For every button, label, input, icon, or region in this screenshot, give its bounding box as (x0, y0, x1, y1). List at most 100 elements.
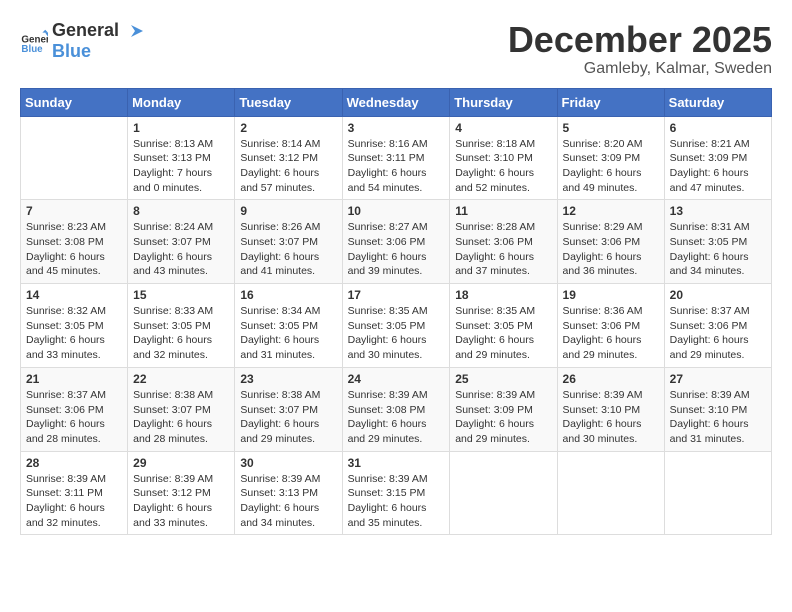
day-info: Sunrise: 8:29 AMSunset: 3:06 PMDaylight:… (563, 220, 659, 279)
day-info: Sunrise: 8:39 AMSunset: 3:10 PMDaylight:… (563, 388, 659, 447)
calendar-day-cell: 10 Sunrise: 8:27 AMSunset: 3:06 PMDaylig… (342, 200, 450, 284)
title-area: December 2025 Gamleby, Kalmar, Sweden (508, 20, 772, 78)
calendar-day-cell: 17 Sunrise: 8:35 AMSunset: 3:05 PMDaylig… (342, 284, 450, 368)
calendar-day-cell: 11 Sunrise: 8:28 AMSunset: 3:06 PMDaylig… (450, 200, 557, 284)
day-number: 12 (563, 204, 659, 218)
day-info: Sunrise: 8:39 AMSunset: 3:15 PMDaylight:… (348, 472, 445, 531)
day-number: 17 (348, 288, 445, 302)
day-number: 20 (670, 288, 766, 302)
calendar-day-cell: 28 Sunrise: 8:39 AMSunset: 3:11 PMDaylig… (21, 451, 128, 535)
calendar-day-cell: 25 Sunrise: 8:39 AMSunset: 3:09 PMDaylig… (450, 367, 557, 451)
day-number: 25 (455, 372, 551, 386)
calendar-day-cell: 8 Sunrise: 8:24 AMSunset: 3:07 PMDayligh… (128, 200, 235, 284)
calendar-week-row: 14 Sunrise: 8:32 AMSunset: 3:05 PMDaylig… (21, 284, 772, 368)
day-number: 29 (133, 456, 229, 470)
logo-blue-text: Blue (52, 41, 91, 61)
day-number: 30 (240, 456, 336, 470)
weekday-header-cell: Monday (128, 88, 235, 116)
svg-text:Blue: Blue (21, 44, 43, 55)
day-info: Sunrise: 8:38 AMSunset: 3:07 PMDaylight:… (133, 388, 229, 447)
day-info: Sunrise: 8:36 AMSunset: 3:06 PMDaylight:… (563, 304, 659, 363)
weekday-header-cell: Saturday (664, 88, 771, 116)
day-info: Sunrise: 8:39 AMSunset: 3:08 PMDaylight:… (348, 388, 445, 447)
day-info: Sunrise: 8:39 AMSunset: 3:13 PMDaylight:… (240, 472, 336, 531)
calendar-day-cell: 15 Sunrise: 8:33 AMSunset: 3:05 PMDaylig… (128, 284, 235, 368)
calendar-day-cell: 24 Sunrise: 8:39 AMSunset: 3:08 PMDaylig… (342, 367, 450, 451)
month-title: December 2025 (508, 20, 772, 60)
day-info: Sunrise: 8:35 AMSunset: 3:05 PMDaylight:… (455, 304, 551, 363)
day-number: 15 (133, 288, 229, 302)
day-number: 7 (26, 204, 122, 218)
calendar-day-cell: 27 Sunrise: 8:39 AMSunset: 3:10 PMDaylig… (664, 367, 771, 451)
day-number: 1 (133, 121, 229, 135)
logo-icon: General Blue (20, 27, 48, 55)
day-number: 26 (563, 372, 659, 386)
day-number: 4 (455, 121, 551, 135)
day-info: Sunrise: 8:37 AMSunset: 3:06 PMDaylight:… (670, 304, 766, 363)
calendar-day-cell (21, 116, 128, 200)
day-number: 2 (240, 121, 336, 135)
weekday-header-cell: Friday (557, 88, 664, 116)
calendar-day-cell: 9 Sunrise: 8:26 AMSunset: 3:07 PMDayligh… (235, 200, 342, 284)
calendar-day-cell: 29 Sunrise: 8:39 AMSunset: 3:12 PMDaylig… (128, 451, 235, 535)
day-info: Sunrise: 8:18 AMSunset: 3:10 PMDaylight:… (455, 137, 551, 196)
day-number: 19 (563, 288, 659, 302)
calendar-body: 1 Sunrise: 8:13 AMSunset: 3:13 PMDayligh… (21, 116, 772, 535)
calendar-day-cell: 12 Sunrise: 8:29 AMSunset: 3:06 PMDaylig… (557, 200, 664, 284)
day-number: 9 (240, 204, 336, 218)
day-info: Sunrise: 8:33 AMSunset: 3:05 PMDaylight:… (133, 304, 229, 363)
calendar-day-cell: 2 Sunrise: 8:14 AMSunset: 3:12 PMDayligh… (235, 116, 342, 200)
header: General Blue General Blue December 2025 … (20, 20, 772, 78)
day-info: Sunrise: 8:26 AMSunset: 3:07 PMDaylight:… (240, 220, 336, 279)
logo-arrow-icon (121, 23, 143, 39)
day-info: Sunrise: 8:14 AMSunset: 3:12 PMDaylight:… (240, 137, 336, 196)
calendar-day-cell: 14 Sunrise: 8:32 AMSunset: 3:05 PMDaylig… (21, 284, 128, 368)
calendar-day-cell: 20 Sunrise: 8:37 AMSunset: 3:06 PMDaylig… (664, 284, 771, 368)
day-info: Sunrise: 8:32 AMSunset: 3:05 PMDaylight:… (26, 304, 122, 363)
day-number: 14 (26, 288, 122, 302)
day-number: 16 (240, 288, 336, 302)
day-number: 24 (348, 372, 445, 386)
calendar-day-cell: 31 Sunrise: 8:39 AMSunset: 3:15 PMDaylig… (342, 451, 450, 535)
day-info: Sunrise: 8:39 AMSunset: 3:11 PMDaylight:… (26, 472, 122, 531)
calendar-table: SundayMondayTuesdayWednesdayThursdayFrid… (20, 88, 772, 536)
calendar-day-cell: 18 Sunrise: 8:35 AMSunset: 3:05 PMDaylig… (450, 284, 557, 368)
location-title: Gamleby, Kalmar, Sweden (508, 60, 772, 78)
day-info: Sunrise: 8:23 AMSunset: 3:08 PMDaylight:… (26, 220, 122, 279)
calendar-week-row: 28 Sunrise: 8:39 AMSunset: 3:11 PMDaylig… (21, 451, 772, 535)
day-info: Sunrise: 8:39 AMSunset: 3:12 PMDaylight:… (133, 472, 229, 531)
day-number: 27 (670, 372, 766, 386)
day-number: 22 (133, 372, 229, 386)
day-number: 13 (670, 204, 766, 218)
weekday-header-cell: Thursday (450, 88, 557, 116)
day-number: 18 (455, 288, 551, 302)
day-number: 5 (563, 121, 659, 135)
weekday-header-row: SundayMondayTuesdayWednesdayThursdayFrid… (21, 88, 772, 116)
day-info: Sunrise: 8:35 AMSunset: 3:05 PMDaylight:… (348, 304, 445, 363)
day-number: 28 (26, 456, 122, 470)
calendar-day-cell: 26 Sunrise: 8:39 AMSunset: 3:10 PMDaylig… (557, 367, 664, 451)
calendar-day-cell (557, 451, 664, 535)
day-info: Sunrise: 8:27 AMSunset: 3:06 PMDaylight:… (348, 220, 445, 279)
day-number: 31 (348, 456, 445, 470)
calendar-day-cell: 22 Sunrise: 8:38 AMSunset: 3:07 PMDaylig… (128, 367, 235, 451)
day-info: Sunrise: 8:34 AMSunset: 3:05 PMDaylight:… (240, 304, 336, 363)
day-info: Sunrise: 8:16 AMSunset: 3:11 PMDaylight:… (348, 137, 445, 196)
day-info: Sunrise: 8:24 AMSunset: 3:07 PMDaylight:… (133, 220, 229, 279)
day-info: Sunrise: 8:31 AMSunset: 3:05 PMDaylight:… (670, 220, 766, 279)
day-number: 11 (455, 204, 551, 218)
calendar-week-row: 7 Sunrise: 8:23 AMSunset: 3:08 PMDayligh… (21, 200, 772, 284)
calendar-day-cell (450, 451, 557, 535)
day-number: 23 (240, 372, 336, 386)
day-number: 10 (348, 204, 445, 218)
calendar-week-row: 1 Sunrise: 8:13 AMSunset: 3:13 PMDayligh… (21, 116, 772, 200)
calendar-day-cell: 5 Sunrise: 8:20 AMSunset: 3:09 PMDayligh… (557, 116, 664, 200)
calendar-day-cell: 19 Sunrise: 8:36 AMSunset: 3:06 PMDaylig… (557, 284, 664, 368)
weekday-header-cell: Tuesday (235, 88, 342, 116)
day-info: Sunrise: 8:13 AMSunset: 3:13 PMDaylight:… (133, 137, 229, 196)
day-info: Sunrise: 8:39 AMSunset: 3:09 PMDaylight:… (455, 388, 551, 447)
weekday-header-cell: Wednesday (342, 88, 450, 116)
calendar-week-row: 21 Sunrise: 8:37 AMSunset: 3:06 PMDaylig… (21, 367, 772, 451)
calendar-day-cell: 4 Sunrise: 8:18 AMSunset: 3:10 PMDayligh… (450, 116, 557, 200)
calendar-day-cell: 6 Sunrise: 8:21 AMSunset: 3:09 PMDayligh… (664, 116, 771, 200)
